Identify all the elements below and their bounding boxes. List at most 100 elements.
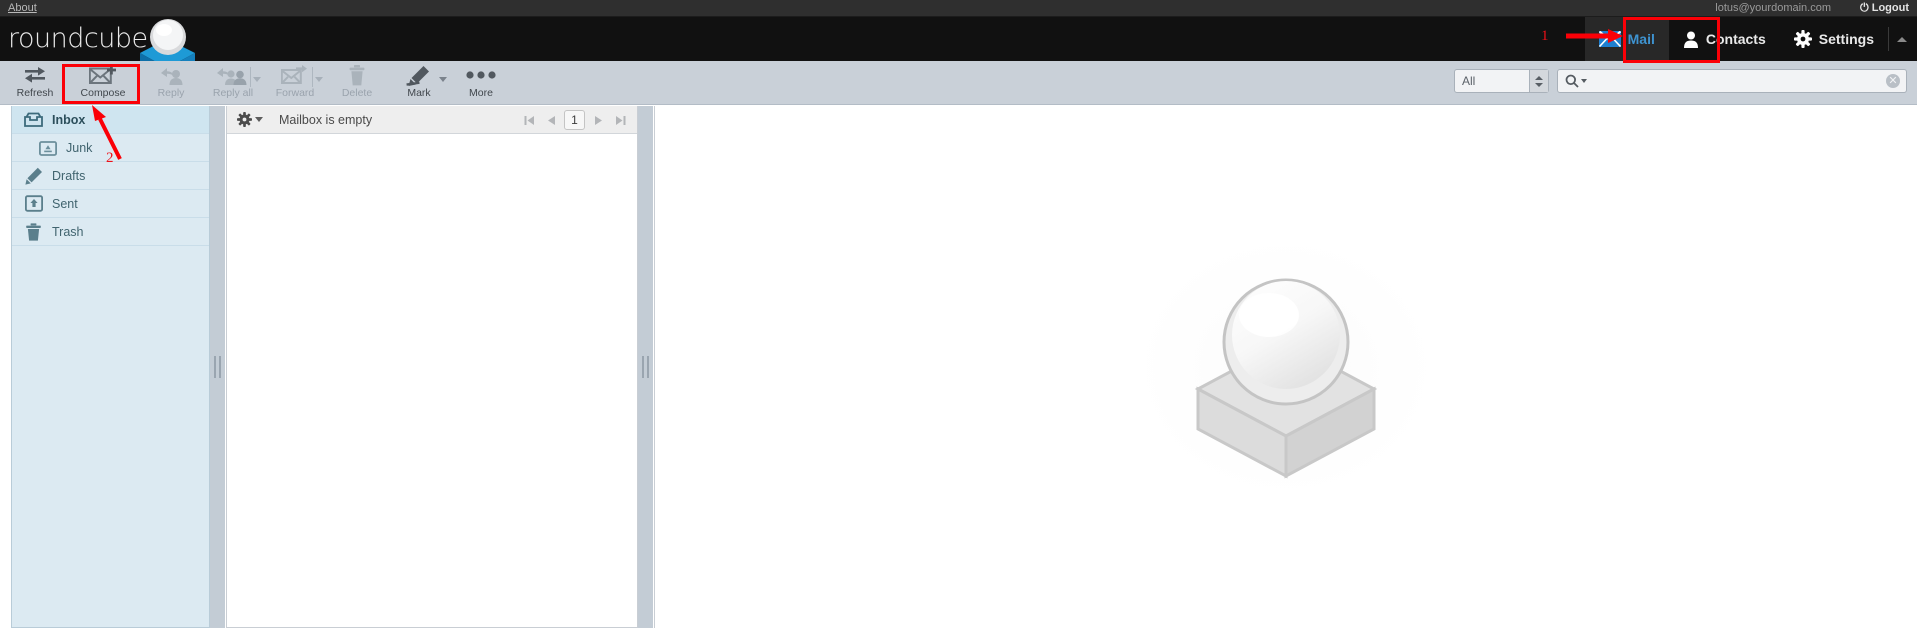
trash-icon bbox=[348, 64, 366, 86]
chevron-down-icon bbox=[1535, 82, 1543, 87]
reply-all-label: Reply all bbox=[212, 87, 254, 99]
search-input[interactable] bbox=[1587, 74, 1906, 88]
app-header: roundcube Mail Contacts Settings bbox=[0, 17, 1917, 73]
more-label: More bbox=[469, 87, 493, 99]
inbox-icon bbox=[24, 111, 43, 128]
toolbar-button-group: Refresh Compose Reply Reply all Forward … bbox=[4, 61, 512, 105]
sidebar-item-sent-label: Sent bbox=[52, 196, 78, 211]
reply-all-button[interactable]: Reply all bbox=[202, 61, 264, 105]
splitter-grip bbox=[642, 356, 649, 378]
chevron-down-icon bbox=[255, 117, 263, 122]
user-email-label: lotus@yourdomain.com bbox=[1715, 2, 1831, 14]
task-separator bbox=[1888, 27, 1889, 51]
sidebar-item-drafts[interactable]: Drafts bbox=[12, 162, 209, 190]
refresh-arrows-icon bbox=[24, 64, 46, 86]
tab-settings[interactable]: Settings bbox=[1780, 17, 1888, 61]
forward-button[interactable]: Forward bbox=[264, 61, 326, 105]
ellipsis-icon bbox=[466, 64, 496, 86]
reply-label: Reply bbox=[157, 87, 185, 99]
mailbox-status-text: Mailbox is empty bbox=[279, 112, 373, 127]
chevron-up-icon bbox=[1897, 36, 1907, 42]
magnifier-icon[interactable] bbox=[1565, 74, 1587, 88]
about-link[interactable]: About bbox=[8, 2, 37, 15]
envelope-icon bbox=[1598, 31, 1621, 47]
tab-contacts[interactable]: Contacts bbox=[1669, 17, 1780, 61]
prev-page-icon bbox=[547, 115, 555, 125]
mark-button[interactable]: Mark bbox=[388, 61, 450, 105]
sidebar-item-junk[interactable]: Junk bbox=[12, 134, 209, 162]
prev-page-button[interactable] bbox=[542, 110, 560, 130]
trash-icon bbox=[24, 222, 43, 241]
tab-mail[interactable]: Mail bbox=[1584, 17, 1669, 61]
chevron-down-icon[interactable] bbox=[253, 77, 261, 82]
forward-label: Forward bbox=[275, 87, 315, 99]
header-collapse-button[interactable] bbox=[1891, 17, 1913, 61]
search-scope-select[interactable]: All bbox=[1454, 69, 1549, 93]
scope-stepper[interactable] bbox=[1529, 70, 1548, 92]
gear-icon bbox=[237, 112, 252, 127]
refresh-label: Refresh bbox=[16, 87, 54, 99]
sidebar-item-trash-label: Trash bbox=[52, 224, 84, 239]
more-button[interactable]: More bbox=[450, 61, 512, 105]
brand-wordmark: roundcube bbox=[8, 23, 148, 54]
sidebar-item-junk-label: Junk bbox=[66, 140, 93, 155]
folder-list: Inbox Junk Drafts Sent Trash bbox=[11, 106, 210, 628]
search-area: All ✕ bbox=[1454, 69, 1907, 93]
tab-mail-label: Mail bbox=[1627, 31, 1655, 47]
roundcube-watermark-logo bbox=[1136, 237, 1436, 497]
tab-settings-label: Settings bbox=[1818, 31, 1874, 47]
last-page-icon bbox=[615, 115, 625, 125]
compose-button[interactable]: Compose bbox=[66, 61, 140, 105]
sidebar-item-inbox[interactable]: Inbox bbox=[12, 106, 209, 134]
mail-toolbar: Refresh Compose Reply Reply all Forward … bbox=[0, 61, 1917, 105]
sidebar-item-drafts-label: Drafts bbox=[52, 168, 86, 183]
reply-all-people-icon bbox=[216, 64, 250, 86]
refresh-button[interactable]: Refresh bbox=[4, 61, 66, 105]
message-list-header: Mailbox is empty 1 bbox=[227, 106, 637, 134]
forward-divider bbox=[312, 67, 313, 87]
first-page-icon bbox=[524, 115, 534, 125]
message-list-panel: Mailbox is empty 1 bbox=[226, 106, 638, 628]
chevron-down-icon[interactable] bbox=[315, 77, 323, 82]
forward-envelope-icon bbox=[281, 64, 309, 86]
chevron-down-icon[interactable] bbox=[439, 77, 447, 82]
sidebar-item-trash[interactable]: Trash bbox=[12, 218, 209, 246]
last-page-button[interactable] bbox=[611, 110, 629, 130]
pencil-icon bbox=[24, 167, 43, 185]
next-page-icon bbox=[594, 115, 602, 125]
top-about-bar: About lotus@yourdomain.com ⏻ Logout bbox=[0, 0, 1917, 17]
task-tabs: Mail Contacts Settings bbox=[1584, 17, 1889, 61]
mark-label: Mark bbox=[407, 87, 431, 99]
search-box[interactable]: ✕ bbox=[1557, 69, 1907, 93]
message-preview-pane bbox=[654, 106, 1917, 628]
splitter-preview[interactable] bbox=[638, 106, 653, 628]
gear-icon bbox=[1793, 30, 1812, 48]
sidebar-item-inbox-label: Inbox bbox=[52, 112, 86, 127]
delete-button[interactable]: Delete bbox=[326, 61, 388, 105]
page-number[interactable]: 1 bbox=[564, 110, 585, 130]
sidebar-item-sent[interactable]: Sent bbox=[12, 190, 209, 218]
power-icon: ⏻ bbox=[1860, 2, 1869, 14]
delete-label: Delete bbox=[341, 87, 373, 99]
marker-pen-icon bbox=[406, 64, 432, 86]
message-list-body[interactable] bbox=[227, 134, 637, 627]
next-page-button[interactable] bbox=[589, 110, 607, 130]
logout-button[interactable]: ⏻ Logout bbox=[1860, 2, 1909, 15]
first-page-button[interactable] bbox=[520, 110, 538, 130]
list-options-button[interactable] bbox=[237, 112, 263, 127]
search-scope-value: All bbox=[1462, 74, 1476, 88]
splitter-grip bbox=[214, 356, 221, 378]
envelope-plus-icon bbox=[89, 64, 117, 86]
reply-person-icon bbox=[158, 64, 184, 86]
main-content: Inbox Junk Drafts Sent Trash Mailbox is … bbox=[0, 106, 1917, 628]
tab-contacts-label: Contacts bbox=[1705, 31, 1766, 47]
logout-label: Logout bbox=[1871, 2, 1909, 14]
chevron-up-icon bbox=[1535, 75, 1543, 80]
person-icon bbox=[1683, 31, 1698, 48]
clear-x-icon[interactable]: ✕ bbox=[1886, 74, 1900, 88]
reply-all-divider bbox=[250, 67, 251, 87]
reply-button[interactable]: Reply bbox=[140, 61, 202, 105]
compose-label: Compose bbox=[80, 87, 126, 99]
splitter-folders[interactable] bbox=[210, 106, 225, 628]
pagination-controls: 1 bbox=[520, 106, 629, 134]
